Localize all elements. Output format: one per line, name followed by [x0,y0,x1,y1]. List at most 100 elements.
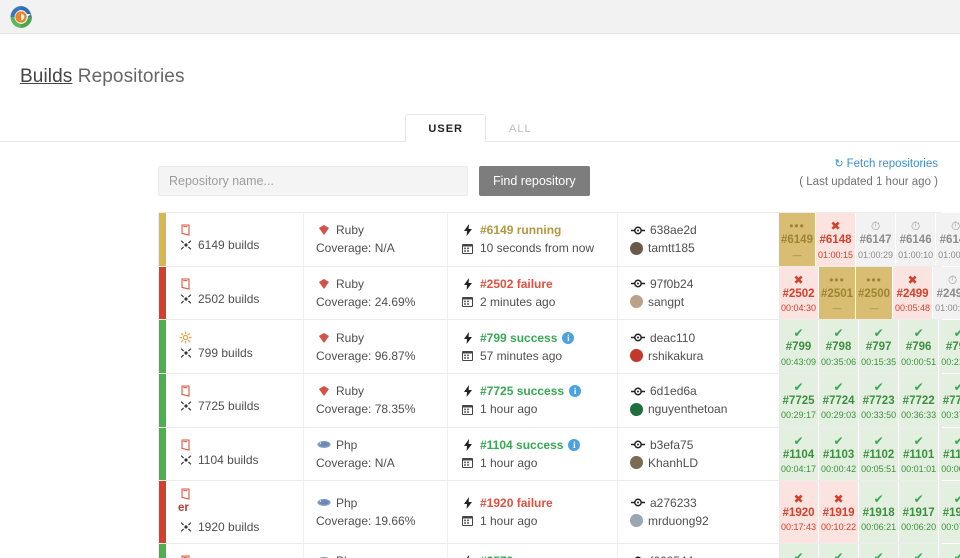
build-duration: 00:00:42 [821,464,857,475]
build-duration: 00:17:43 [781,522,817,533]
build-number: #6148 [819,234,852,246]
build-history-item[interactable]: ✔ #1918 00:06:21 [858,481,899,543]
build-history-item[interactable]: ✔ #1104 00:04:17 [778,427,819,481]
info-icon[interactable]: i [568,438,581,451]
build-duration: 00:29:17 [781,410,817,421]
last-build-cell: #2502 failure 2 minutes ago [448,266,618,320]
build-history-item[interactable]: ••• #2500 — [855,266,893,320]
find-repository-button[interactable]: Find repository [479,166,590,196]
build-history: ✔ #799 00:43:09 ✔ #798 00:35:06 ✔ #797 00:15:35 ✔… [778,320,960,373]
breadcrumb-builds-link[interactable]: Builds [20,66,72,87]
build-history-item[interactable]: ✔ #7723 00:33:50 [858,373,899,427]
build-history-item[interactable]: ✔ #798 00:35:06 [818,320,859,373]
last-build-link[interactable]: #7725 success [480,382,564,400]
tab-user[interactable]: USER [405,114,486,142]
commit-hash[interactable]: 97f0b24 [650,275,693,293]
avatar [630,241,643,255]
build-history-item[interactable]: ✔#795 00:21:42 [938,320,960,373]
search-input[interactable] [158,166,468,196]
build-history-item[interactable]: ✔ #7724 00:29:03 [818,373,859,427]
build-history-item[interactable]: ⏱#2498 01:00:08 [932,266,960,320]
repository-icon [178,331,193,344]
builds-count: 2502 builds [198,291,260,306]
commit-icon [630,440,645,449]
build-history-item[interactable]: ✔#257700:41:53 [858,543,899,558]
build-history-item[interactable]: ✔#1916 00:07:23 [938,481,960,543]
build-history-item[interactable]: ••• #6149 — [778,213,815,266]
build-history-item[interactable]: ✖ #6148 01:00:15 [814,213,856,266]
build-history-item[interactable]: ✖ #1919 00:10:22 [818,481,859,543]
build-duration: 00:43:09 [781,356,817,367]
build-number: #798 [825,341,852,354]
build-duration: 00:05:51 [861,464,897,475]
build-history-item[interactable]: ✔ #1103 00:00:42 [818,427,859,481]
bolt-icon [460,438,475,451]
build-history-item[interactable]: ✔ #796 00:00:51 [898,320,939,373]
build-history-item[interactable]: ✖ #2499 00:05:48 [892,266,933,320]
info-icon[interactable]: i [569,385,582,398]
language-label: Ruby [336,223,365,238]
language-cell: Ruby Coverage: 96.87% [304,320,448,373]
builds-count: 1920 builds [198,519,260,534]
last-build-link[interactable]: #6149 running [480,221,561,239]
commit-hash[interactable]: a276233 [650,494,697,512]
build-history-item[interactable]: ••• #2501 — [818,266,856,320]
build-history-item[interactable]: ⏱#6145 01:00:20 [935,213,960,266]
commit-hash[interactable]: deac110 [650,329,695,347]
ruby-icon [316,278,331,290]
table-row[interactable]: er 1920 builds Php Coverage: 19.66% #1920 fa… [158,481,960,544]
build-history-item[interactable]: ✔#257800:41:10 [818,543,859,558]
php-icon [316,440,331,449]
build-history-item[interactable]: ✔#257500:16:43 [938,543,960,558]
build-history-item[interactable]: ✔ #1102 00:05:51 [858,427,899,481]
language-cell: Ruby Coverage: 78.35% [304,373,448,427]
build-status-icon: ✖ [833,491,844,506]
author-name: rshikakura [648,348,704,363]
build-history-item[interactable]: ✔#257600:44:28 [898,543,939,558]
build-number: #1100 [943,448,960,461]
build-history-item[interactable]: ✔ #799 00:43:09 [778,320,819,373]
fetch-repositories-link[interactable]: ↻ Fetch repositories [799,156,938,174]
commit-hash[interactable]: 638ae2d [650,221,697,239]
last-build-link[interactable]: #799 success [480,329,557,347]
table-row[interactable]: 7725 builds Ruby Coverage: 78.35% #7725 suc… [158,373,960,428]
build-history-item[interactable]: ✔ #7722 00:36:33 [898,373,939,427]
build-status-icon: ✔ [833,549,844,558]
last-build-link[interactable]: #2579 success [480,552,564,558]
calendar-icon [460,457,475,469]
build-number: #797 [865,341,892,354]
build-history-item[interactable]: ✔ #7725 00:29:17 [778,373,819,427]
build-history-item[interactable]: ✔#1100 00:00:52 [938,427,960,481]
last-build-link[interactable]: #1104 success [480,436,563,454]
commit-hash[interactable]: b3efa75 [650,436,693,454]
build-history-item[interactable]: ✖ #2502 00:04:30 [778,266,819,320]
app-logo-icon[interactable] [8,4,34,30]
build-number: #7722 [902,394,935,407]
build-history-item[interactable]: ✔#7721 00:37:22 [938,373,960,427]
info-icon[interactable]: i [562,331,575,344]
last-build-link[interactable]: #1920 failure [480,494,553,512]
commit-hash[interactable]: f668544 [650,552,693,558]
last-build-link[interactable]: #2502 failure [480,275,553,293]
build-history-item[interactable]: ✔#257900:27:00 [778,543,819,558]
build-duration: 00:36:33 [901,410,937,421]
build-time: 10 seconds from now [480,241,595,256]
build-history-item[interactable]: ✔ #797 00:15:35 [858,320,899,373]
build-number: #6149 [781,234,813,246]
coverage-label: Coverage: N/A [316,455,395,470]
tab-all[interactable]: ALL [486,114,555,142]
table-row[interactable]: 6149 builds Ruby Coverage: N/A #6149 runnin… [158,212,960,267]
table-row[interactable]: 2579 buildsPhpCoverage: 62.09%#2579 succ… [158,543,960,558]
build-history-item[interactable]: ⏱ #6146 01:00:10 [895,213,936,266]
build-history-item[interactable]: ⏱ #6147 01:00:29 [855,213,896,266]
table-row[interactable]: 2502 builds Ruby Coverage: 24.69% #2502 fai… [158,266,960,321]
build-history-item[interactable]: ✔ #1101 00:01:01 [898,427,939,481]
table-row[interactable]: 799 builds Ruby Coverage: 96.87% #799 succe… [158,320,960,374]
build-history-item[interactable]: ✖ #1920 00:17:43 [778,481,819,543]
commit-hash[interactable]: 6d1ed6a [650,382,697,400]
language-label: Php [336,437,358,452]
build-duration: 00:06:20 [901,522,937,533]
table-row[interactable]: 1104 builds Php Coverage: N/A #1104 success… [158,427,960,482]
build-history-item[interactable]: ✔ #1917 00:06:20 [898,481,939,543]
build-status-icon: ✔ [953,379,960,394]
